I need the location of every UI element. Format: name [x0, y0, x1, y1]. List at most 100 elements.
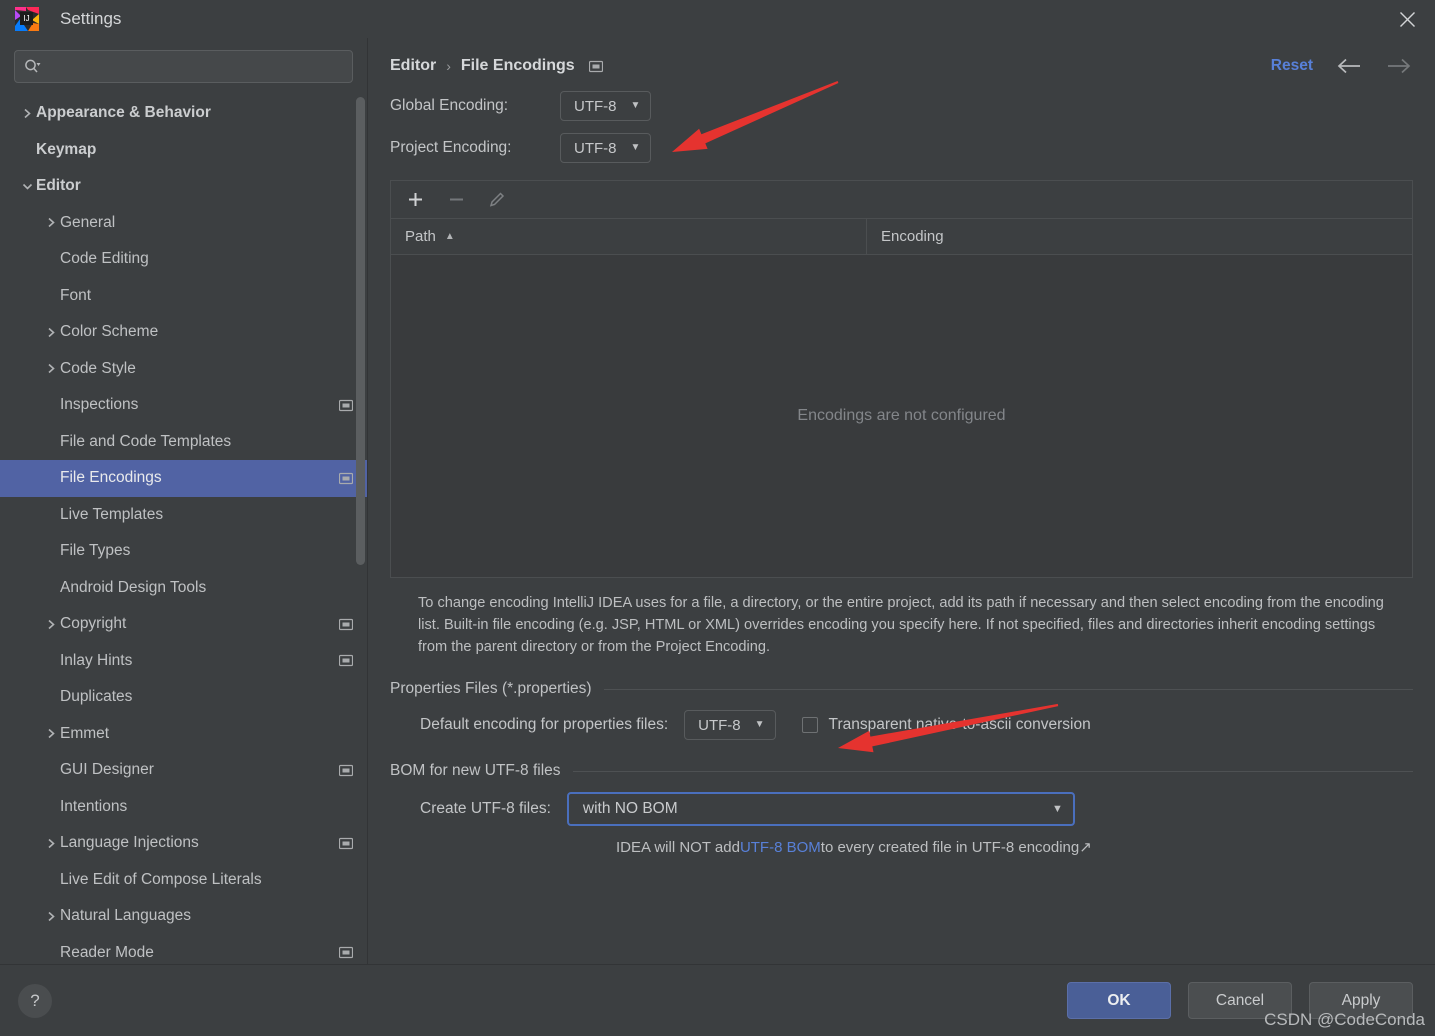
sidebar-item-android-design-tools[interactable]: Android Design Tools [0, 570, 367, 607]
project-scope-icon [339, 946, 353, 959]
search-input[interactable] [47, 58, 343, 75]
chevron-right-icon[interactable] [42, 728, 60, 739]
sidebar-item-label: Duplicates [60, 688, 133, 706]
chevron-right-icon[interactable] [42, 619, 60, 630]
chevron-down-icon[interactable] [18, 181, 36, 192]
bom-hint-suffix: to every created file in UTF-8 encoding [820, 839, 1080, 856]
search-box[interactable] [14, 50, 353, 83]
project-encoding-label: Project Encoding: [390, 139, 512, 156]
sidebar-item-duplicates[interactable]: Duplicates [0, 679, 367, 716]
encodings-table: Path ▲ Encoding Encodings are not config… [390, 180, 1413, 578]
arrow-left-icon[interactable] [1335, 57, 1363, 75]
sidebar-item-editor[interactable]: Editor [0, 168, 367, 205]
footer-buttons: OK Cancel Apply [1067, 982, 1413, 1019]
bom-section-body: Create UTF-8 files: with NO BOM ▼ IDEA w… [390, 792, 1413, 856]
apply-button[interactable]: Apply [1309, 982, 1413, 1019]
sidebar-item-file-types[interactable]: File Types [0, 533, 367, 570]
chevron-right-icon[interactable] [42, 327, 60, 338]
project-scope-icon [339, 654, 353, 667]
minus-icon [445, 189, 467, 211]
utf8-bom-link[interactable]: UTF-8 BOM [740, 839, 821, 856]
create-utf8-files-dropdown[interactable]: with NO BOM ▼ [566, 792, 1075, 826]
sidebar-item-inspections[interactable]: Inspections [0, 387, 367, 424]
sidebar-item-intentions[interactable]: Intentions [0, 789, 367, 826]
properties-section-body: Default encoding for properties files: U… [390, 710, 1413, 740]
global-encoding-value: UTF-8 [574, 97, 617, 115]
cancel-button[interactable]: Cancel [1188, 982, 1292, 1019]
column-header-path[interactable]: Path ▲ [391, 219, 867, 254]
intellij-idea-logo-icon: IJ [14, 6, 40, 32]
sidebar-item-reader-mode[interactable]: Reader Mode [0, 935, 367, 965]
dialog-body: Appearance & Behavior Keymap Editor General… [0, 38, 1435, 964]
column-header-path-label: Path [405, 228, 436, 245]
sidebar-item-appearance-behavior[interactable]: Appearance & Behavior [0, 95, 367, 132]
transparent-conversion-label: Transparent native-to-ascii conversion [828, 716, 1091, 733]
close-icon[interactable] [1379, 0, 1435, 38]
sidebar-item-language-injections[interactable]: Language Injections [0, 825, 367, 862]
sidebar-item-keymap[interactable]: Keymap [0, 132, 367, 169]
sidebar-item-emmet[interactable]: Emmet [0, 716, 367, 753]
arrow-right-icon[interactable] [1385, 57, 1413, 75]
external-link-icon: ↗ [1079, 839, 1092, 856]
search-icon [24, 59, 41, 74]
sidebar-item-label: Font [60, 286, 92, 304]
sidebar-item-file-encodings[interactable]: File Encodings [0, 460, 367, 497]
project-encoding-value: UTF-8 [574, 139, 617, 157]
sidebar-item-label: Copyright [60, 615, 127, 633]
sidebar-item-copyright[interactable]: Copyright [0, 606, 367, 643]
project-scope-icon [339, 618, 353, 631]
chevron-down-icon: ▼ [630, 100, 641, 111]
chevron-right-icon[interactable] [42, 363, 60, 374]
project-encoding-dropdown[interactable]: UTF-8 ▼ [560, 133, 652, 163]
sidebar-item-label: Live Templates [60, 505, 164, 523]
sidebar-item-live-templates[interactable]: Live Templates [0, 497, 367, 534]
global-encoding-dropdown[interactable]: UTF-8 ▼ [560, 91, 652, 121]
project-scope-icon [339, 472, 353, 485]
properties-files-section: Properties Files (*.properties) Default … [390, 680, 1413, 740]
bom-section-title: BOM for new UTF-8 files [390, 762, 561, 779]
sidebar-item-file-and-code-templates[interactable]: File and Code Templates [0, 424, 367, 461]
chevron-right-icon[interactable] [42, 838, 60, 849]
default-properties-encoding-value: UTF-8 [698, 716, 741, 734]
sidebar-item-label: File and Code Templates [60, 432, 232, 450]
sidebar-item-label: Intentions [60, 797, 128, 815]
breadcrumb-separator: › [446, 58, 451, 74]
project-encoding-row: Project Encoding: UTF-8 ▼ [390, 130, 1413, 166]
sidebar-item-font[interactable]: Font [0, 278, 367, 315]
project-scope-icon [339, 837, 353, 850]
global-encoding-row: Global Encoding: UTF-8 ▼ [390, 88, 1413, 124]
transparent-conversion-checkbox[interactable] [801, 717, 818, 733]
sidebar-item-inlay-hints[interactable]: Inlay Hints [0, 643, 367, 680]
sidebar-scrollbar-thumb[interactable] [356, 97, 365, 565]
sidebar-item-live-edit-of-compose-literals[interactable]: Live Edit of Compose Literals [0, 862, 367, 899]
project-scope-icon [588, 60, 603, 73]
sidebar-item-natural-languages[interactable]: Natural Languages [0, 898, 367, 935]
column-header-encoding[interactable]: Encoding [867, 219, 944, 254]
table-body: Encodings are not configured [391, 255, 1412, 577]
plus-icon[interactable] [404, 189, 426, 211]
sidebar-item-color-scheme[interactable]: Color Scheme [0, 314, 367, 351]
chevron-right-icon[interactable] [42, 217, 60, 228]
header-actions: Reset [1271, 57, 1413, 75]
properties-section-title: Properties Files (*.properties) [390, 680, 592, 697]
chevron-right-icon[interactable] [42, 911, 60, 922]
ok-button[interactable]: OK [1067, 982, 1171, 1019]
sidebar-item-label: Live Edit of Compose Literals [60, 870, 262, 888]
project-scope-icon [339, 399, 353, 412]
default-properties-encoding-dropdown[interactable]: UTF-8 ▼ [684, 710, 776, 740]
sidebar-item-label: File Encodings [60, 469, 162, 487]
sidebar-item-gui-designer[interactable]: GUI Designer [0, 752, 367, 789]
sidebar-item-code-editing[interactable]: Code Editing [0, 241, 367, 278]
create-utf8-files-label: Create UTF-8 files: [420, 800, 551, 817]
reset-button[interactable]: Reset [1271, 57, 1313, 75]
breadcrumb-parent[interactable]: Editor [390, 57, 436, 75]
dialog-footer: ? OK Cancel Apply CSDN @CodeConda [0, 964, 1435, 1036]
sidebar-item-label: Code Editing [60, 250, 149, 268]
sidebar-item-code-style[interactable]: Code Style [0, 351, 367, 388]
transparent-conversion-checkbox-group[interactable]: Transparent native-to-ascii conversion [801, 716, 1091, 734]
chevron-right-icon[interactable] [18, 108, 36, 119]
sidebar-item-label: Code Style [60, 359, 136, 377]
sidebar-item-general[interactable]: General [0, 205, 367, 242]
sidebar-item-label: GUI Designer [60, 761, 154, 779]
help-button[interactable]: ? [18, 983, 52, 1018]
